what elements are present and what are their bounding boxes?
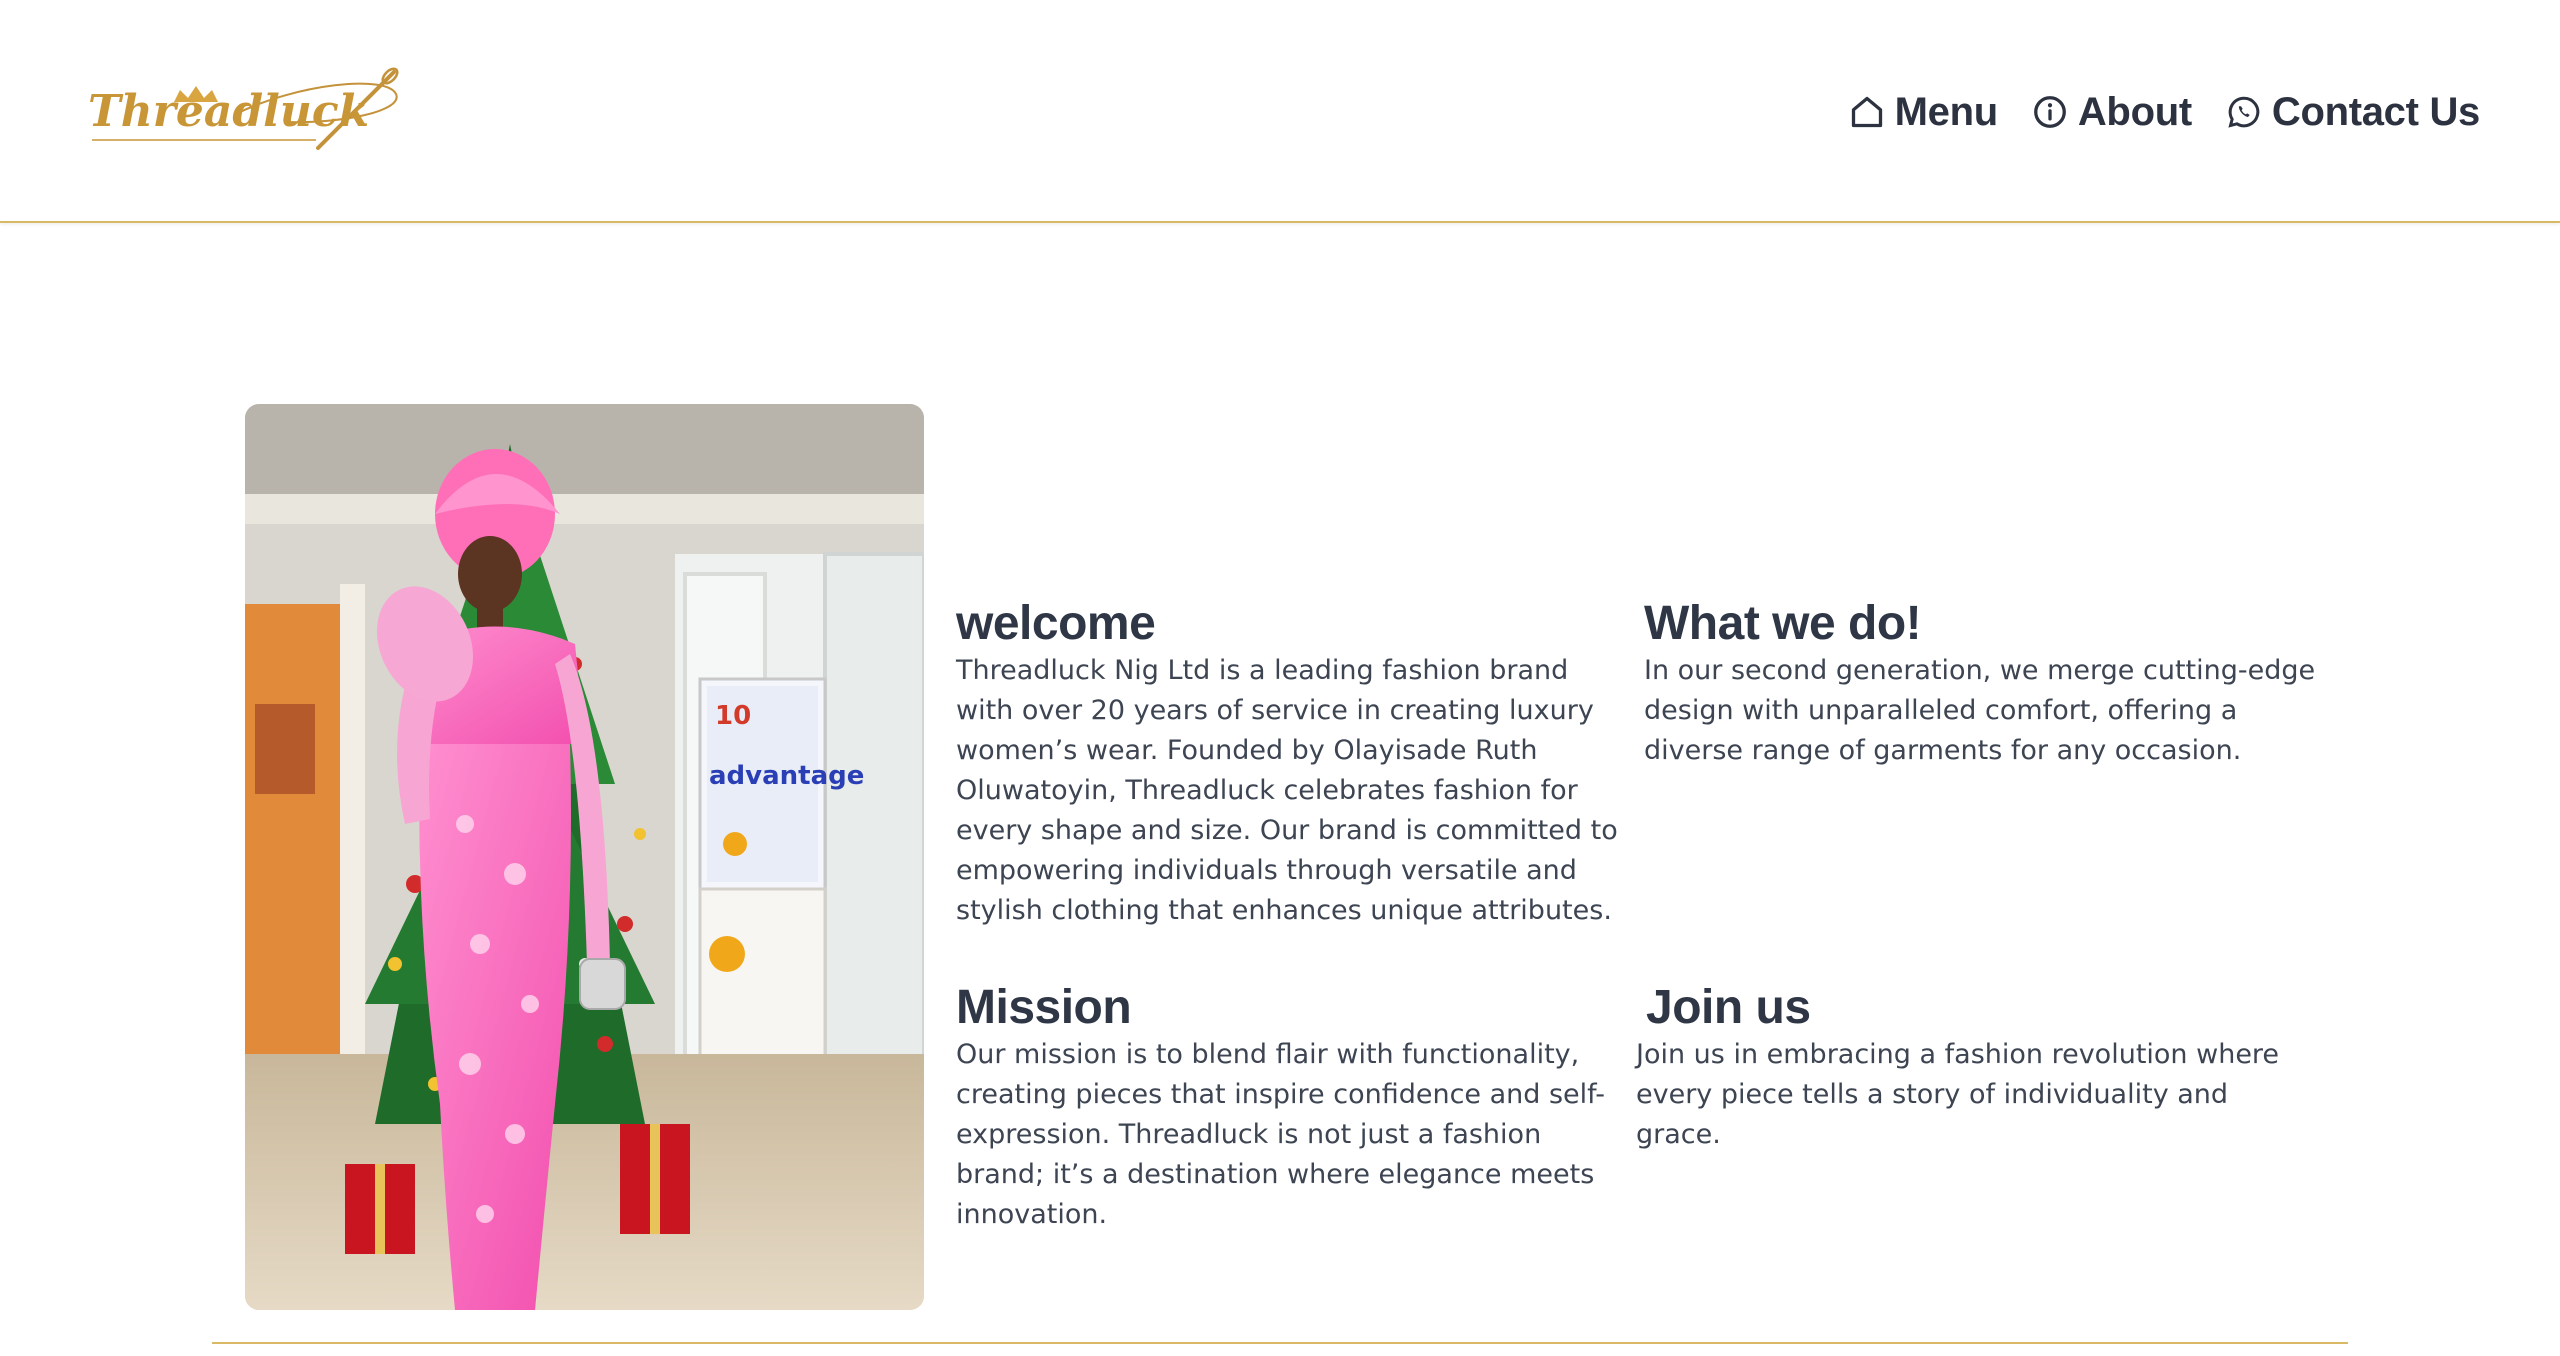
what-we-do-title: What we do! <box>1644 597 1922 650</box>
welcome-title: welcome <box>956 597 1156 650</box>
what-we-do-section: What we do! In our second generation, we… <box>1644 597 2324 771</box>
svg-text:10: 10 <box>715 701 751 731</box>
nav-contact-link[interactable]: Contact Us <box>2226 90 2480 135</box>
section-divider <box>212 1342 2348 1344</box>
nav-menu-link[interactable]: Menu <box>1849 90 1998 135</box>
whatsapp-icon <box>2226 94 2262 130</box>
join-us-body: Join us in embracing a fashion revolutio… <box>1636 1039 2280 1150</box>
join-us-section: Join us Join us in embracing a fashion r… <box>1636 981 2316 1155</box>
nav-about-link[interactable]: About <box>2032 90 2192 135</box>
mission-section: Mission Our mission is to blend flair wi… <box>956 981 1626 1235</box>
nav-about-label: About <box>2077 89 2192 134</box>
home-icon <box>1849 94 1885 130</box>
hero-photo: 10 advantage <box>245 404 924 1310</box>
logo-text: Threadluck <box>88 86 369 137</box>
welcome-body: Threadluck Nig Ltd is a leading fashion … <box>956 655 1618 926</box>
main-nav: Menu About Contact Us <box>1849 82 2480 142</box>
site-header: Threadluck Menu About Contact Us <box>0 0 2560 223</box>
mission-title: Mission <box>956 981 1132 1034</box>
join-us-title: Join us <box>1646 981 1811 1034</box>
what-we-do-body: In our second generation, we merge cutti… <box>1644 655 2316 766</box>
nav-menu-label: Menu <box>1894 89 1999 134</box>
mission-body: Our mission is to blend flair with funct… <box>956 1039 1605 1230</box>
welcome-section: welcome Threadluck Nig Ltd is a leading … <box>956 597 1626 931</box>
poster-text: advantage <box>709 761 864 791</box>
info-icon <box>2032 94 2068 130</box>
nav-contact-label: Contact Us <box>2271 89 2480 134</box>
threadluck-logo[interactable]: Threadluck <box>86 64 406 154</box>
